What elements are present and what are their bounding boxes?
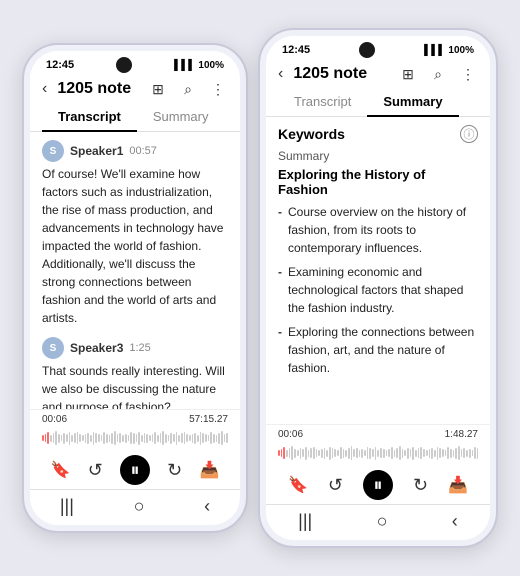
total-time-left: 57:15.27: [189, 414, 228, 425]
avatar-speaker1-left: S: [42, 140, 64, 162]
bullet-item-2: - Examining economic and technological f…: [278, 263, 478, 317]
battery-left: 100%: [198, 60, 224, 71]
tabs-left: Transcript Summary: [30, 103, 240, 132]
message-text-1-left: Of course! We'll examine how factors suc…: [42, 165, 228, 327]
more-icon-right[interactable]: ⋮: [458, 64, 478, 84]
signal-left: ▌▌▌: [174, 60, 195, 71]
bottom-nav-left: ||| ○ ‹: [30, 489, 240, 525]
info-icon-right[interactable]: ⓘ: [460, 125, 478, 143]
message-1-left: S Speaker1 00:57 Of course! We'll examin…: [42, 140, 228, 327]
current-time-right: 00:06: [278, 429, 303, 440]
player-time-row-left: 00:06 57:15.27: [42, 414, 228, 425]
circle-button-left[interactable]: ○: [134, 496, 145, 517]
speaker-name-1-left: Speaker1: [70, 144, 123, 158]
waveform-left[interactable]: [42, 427, 228, 449]
player-bar-left: 00:06 57:15.27 🔖 ↺ ⏸ ↻ 📥: [30, 409, 240, 489]
battery-right: 100%: [448, 45, 474, 56]
rewind-button-right[interactable]: ↺: [328, 475, 343, 496]
summary-heading-right: Exploring the History of Fashion: [278, 167, 478, 197]
notch-right: [359, 42, 375, 58]
tab-summary-left[interactable]: Summary: [137, 103, 225, 132]
summary-label-right: Summary: [278, 149, 478, 163]
forward-button-right[interactable]: ↻: [413, 475, 428, 496]
message-text-2-left: That sounds really interesting. Will we …: [42, 362, 228, 409]
keywords-title-right: Keywords: [278, 126, 345, 142]
back-button-right[interactable]: ‹: [278, 65, 283, 83]
tab-transcript-right[interactable]: Transcript: [278, 88, 367, 117]
left-phone: 12:45 ▌▌▌ 100% ‹ 1205 note ⊞ ⌕ ⋮: [22, 43, 248, 533]
search-icon-right[interactable]: ⌕: [428, 64, 448, 84]
notch-left: [116, 57, 132, 73]
bullet-dash-1: -: [278, 203, 282, 257]
waveform-right[interactable]: [278, 442, 478, 464]
time-right: 12:45: [282, 44, 310, 56]
bullet-dash-2: -: [278, 263, 282, 317]
message-2-left: S Speaker3 1:25 That sounds really inter…: [42, 337, 228, 409]
right-phone: 12:45 ▌▌▌ 100% ‹ 1205 note ⊞ ⌕ ⋮: [258, 28, 498, 548]
nav-bar-right: ‹ 1205 note ⊞ ⌕ ⋮: [266, 60, 490, 88]
home-button-right[interactable]: |||: [298, 511, 312, 532]
gallery-icon-left[interactable]: ⊞: [148, 79, 168, 99]
keywords-header-right: Keywords ⓘ: [278, 125, 478, 143]
nav-bar-left: ‹ 1205 note ⊞ ⌕ ⋮: [30, 75, 240, 103]
summary-bullet-list: - Course overview on the history of fash…: [278, 203, 478, 377]
summary-content-right: Keywords ⓘ Summary Exploring the History…: [266, 117, 490, 424]
bullet-dash-3: -: [278, 323, 282, 377]
transcript-content-left: S Speaker1 00:57 Of course! We'll examin…: [30, 132, 240, 409]
status-bar-left: 12:45 ▌▌▌ 100%: [30, 51, 240, 75]
player-time-row-right: 00:06 1:48.27: [278, 429, 478, 440]
bullet-item-3: - Exploring the connections between fash…: [278, 323, 478, 377]
back-nav-button-right[interactable]: ‹: [452, 511, 458, 532]
more-icon-left[interactable]: ⋮: [208, 79, 228, 99]
gallery-icon-right[interactable]: ⊞: [398, 64, 418, 84]
right-screen: 12:45 ▌▌▌ 100% ‹ 1205 note ⊞ ⌕ ⋮: [266, 36, 490, 540]
bullet-text-3: Exploring the connections between fashio…: [288, 323, 478, 377]
back-button-left[interactable]: ‹: [42, 80, 47, 98]
search-icon-left[interactable]: ⌕: [178, 79, 198, 99]
bullet-text-2: Examining economic and technological fac…: [288, 263, 478, 317]
bullet-item-1: - Course overview on the history of fash…: [278, 203, 478, 257]
page-title-right: 1205 note: [293, 65, 392, 83]
home-button-left[interactable]: |||: [60, 496, 74, 517]
current-time-left: 00:06: [42, 414, 67, 425]
speaker-row-2-left: S Speaker3 1:25: [42, 337, 228, 359]
tab-transcript-left[interactable]: Transcript: [42, 103, 137, 132]
total-time-right: 1:48.27: [445, 429, 478, 440]
player-controls-left: 🔖 ↺ ⏸ ↻ 📥: [42, 451, 228, 487]
nav-icons-right: ⊞ ⌕ ⋮: [398, 64, 478, 84]
player-controls-right: 🔖 ↺ ⏸ ↻ 📥: [278, 466, 478, 502]
back-nav-button-left[interactable]: ‹: [204, 496, 210, 517]
bookmark-button-left[interactable]: 🔖: [51, 460, 71, 480]
rewind-button-left[interactable]: ↺: [88, 460, 103, 481]
speaker-name-2-left: Speaker3: [70, 341, 123, 355]
bottom-nav-right: ||| ○ ‹: [266, 504, 490, 540]
speaker-row-1-left: S Speaker1 00:57: [42, 140, 228, 162]
save-button-left[interactable]: 📥: [199, 460, 219, 480]
bullet-text-1: Course overview on the history of fashio…: [288, 203, 478, 257]
avatar-speaker3-left: S: [42, 337, 64, 359]
status-bar-right: 12:45 ▌▌▌ 100%: [266, 36, 490, 60]
forward-button-left[interactable]: ↻: [167, 460, 182, 481]
signal-right: ▌▌▌: [424, 45, 445, 56]
player-bar-right: 00:06 1:48.27 🔖 ↺ ⏸ ↻ 📥: [266, 424, 490, 504]
left-screen: 12:45 ▌▌▌ 100% ‹ 1205 note ⊞ ⌕ ⋮: [30, 51, 240, 525]
time-left: 12:45: [46, 59, 74, 71]
speaker-time-2-left: 1:25: [129, 342, 150, 354]
bookmark-button-right[interactable]: 🔖: [288, 475, 308, 495]
play-pause-button-left[interactable]: ⏸: [120, 455, 150, 485]
tabs-right: Transcript Summary: [266, 88, 490, 117]
page-title-left: 1205 note: [57, 80, 142, 98]
circle-button-right[interactable]: ○: [377, 511, 388, 532]
play-pause-button-right[interactable]: ⏸: [363, 470, 393, 500]
save-button-right[interactable]: 📥: [448, 475, 468, 495]
status-icons-left: ▌▌▌ 100%: [174, 60, 224, 71]
tab-summary-right[interactable]: Summary: [367, 88, 458, 117]
status-icons-right: ▌▌▌ 100%: [424, 45, 474, 56]
speaker-time-1-left: 00:57: [129, 145, 157, 157]
nav-icons-left: ⊞ ⌕ ⋮: [148, 79, 228, 99]
